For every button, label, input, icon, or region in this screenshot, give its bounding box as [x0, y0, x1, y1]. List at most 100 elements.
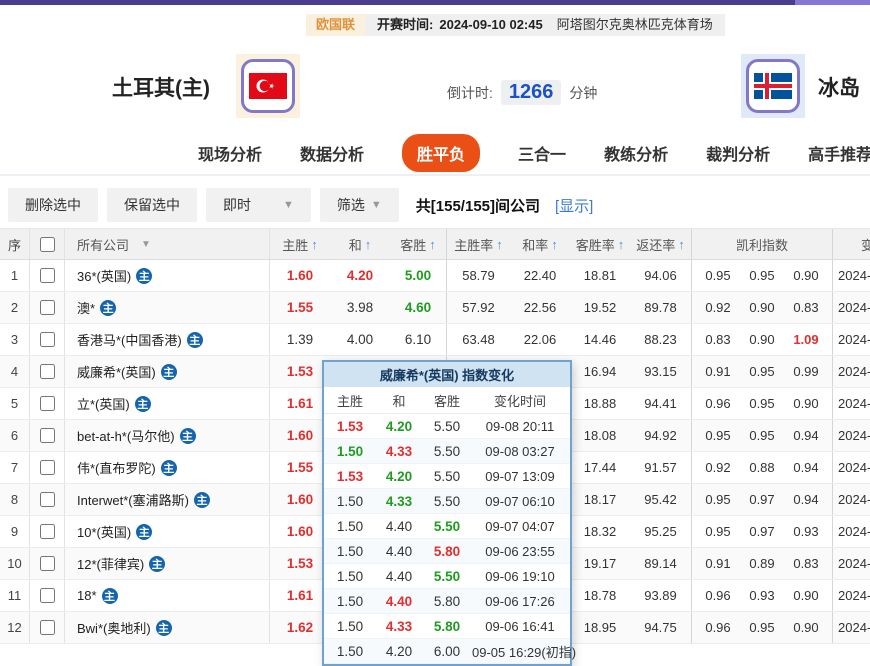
cell-company[interactable]: 澳* 主	[65, 292, 270, 323]
cell-away-win-odds[interactable]: 6.10	[390, 324, 447, 355]
keep-selected-button[interactable]: 保留选中	[107, 188, 197, 222]
sort-up-icon: ↑	[496, 237, 503, 252]
cell-home-win-odds[interactable]: 1.61	[270, 388, 330, 419]
row-checkbox[interactable]	[40, 620, 55, 635]
cell-home-win-odds[interactable]: 1.61	[270, 580, 330, 611]
header-company[interactable]: 所有公司 ▼	[65, 229, 270, 259]
delete-selected-button[interactable]: 删除选中	[8, 188, 98, 222]
row-checkbox[interactable]	[40, 588, 55, 603]
nav-tab[interactable]: 裁判分析	[706, 141, 770, 165]
cell-company[interactable]: bet-at-h*(马尔他) 主	[65, 420, 270, 451]
cell-draw-odds[interactable]: 3.98	[330, 292, 390, 323]
cell-company[interactable]: 香港马*(中国香港) 主	[65, 324, 270, 355]
cell-company[interactable]: 威廉希*(英国) 主	[65, 356, 270, 387]
row-checkbox[interactable]	[40, 300, 55, 315]
cell-home-win-odds[interactable]: 1.53	[270, 548, 330, 579]
nav-tab[interactable]: 数据分析	[300, 141, 364, 165]
cell-home-win-odds[interactable]: 1.53	[270, 356, 330, 387]
header-payout-rate[interactable]: 返还率↑	[630, 229, 692, 259]
cell-company[interactable]: 18* 主	[65, 580, 270, 611]
cell-company[interactable]: 伟*(直布罗陀) 主	[65, 452, 270, 483]
cell-checkbox[interactable]	[30, 356, 65, 387]
cell-checkbox[interactable]	[30, 612, 65, 643]
row-checkbox[interactable]	[40, 428, 55, 443]
home-badge-icon: 主	[136, 268, 152, 284]
row-checkbox[interactable]	[40, 556, 55, 571]
row-checkbox[interactable]	[40, 268, 55, 283]
popup-away-odds: 5.50	[422, 494, 472, 509]
cell-seq: 7	[0, 452, 30, 483]
cell-payout-rate: 91.57	[630, 452, 692, 483]
cell-checkbox[interactable]	[30, 516, 65, 547]
cell-home-win-odds[interactable]: 1.62	[270, 612, 330, 643]
kelly-draw: 0.97	[740, 492, 784, 507]
cell-away-rate: 18.81	[570, 260, 630, 291]
league-badge: 欧国联	[306, 14, 365, 36]
cell-checkbox[interactable]	[30, 260, 65, 291]
header-home-win[interactable]: 主胜↑	[270, 229, 330, 259]
nav-tab[interactable]: 三合一	[518, 141, 566, 165]
cell-home-win-odds[interactable]: 1.60	[270, 484, 330, 515]
header-draw[interactable]: 和↑	[330, 229, 390, 259]
kelly-draw: 0.95	[740, 364, 784, 379]
nav-tab[interactable]: 现场分析	[198, 141, 262, 165]
cell-checkbox[interactable]	[30, 420, 65, 451]
kelly-home: 0.96	[696, 620, 740, 635]
company-name: 18*	[77, 588, 97, 603]
row-checkbox[interactable]	[40, 396, 55, 411]
home-flag-tile	[236, 54, 300, 118]
cell-checkbox[interactable]	[30, 388, 65, 419]
cell-home-win-odds[interactable]: 1.60	[270, 516, 330, 547]
countdown-value: 1266	[501, 80, 562, 105]
row-checkbox[interactable]	[40, 460, 55, 475]
header-home-rate[interactable]: 主胜率↑	[447, 229, 510, 259]
show-link[interactable]: [显示]	[555, 195, 593, 216]
row-checkbox[interactable]	[40, 492, 55, 507]
popup-draw-odds: 4.33	[376, 444, 422, 459]
cell-home-win-odds[interactable]: 1.60	[270, 420, 330, 451]
cell-company[interactable]: 12*(菲律宾) 主	[65, 548, 270, 579]
chevron-down-icon: ▼	[141, 239, 151, 250]
kelly-draw: 0.88	[740, 460, 784, 475]
cell-checkbox[interactable]	[30, 548, 65, 579]
cell-checkbox[interactable]	[30, 324, 65, 355]
cell-draw-odds[interactable]: 4.20	[330, 260, 390, 291]
filter-dropdown[interactable]: 筛选 ▼	[320, 188, 399, 222]
cell-home-win-odds[interactable]: 1.39	[270, 324, 330, 355]
nav-tab[interactable]: 高手推荐	[808, 141, 870, 165]
row-checkbox[interactable]	[40, 364, 55, 379]
nav-tab[interactable]: 胜平负	[402, 134, 480, 172]
select-all-checkbox[interactable]	[40, 237, 55, 252]
cell-draw-odds[interactable]: 4.00	[330, 324, 390, 355]
time-filter-dropdown[interactable]: 即时 ▼	[206, 188, 311, 222]
cell-company[interactable]: Bwi*(奥地利) 主	[65, 612, 270, 643]
cell-kelly: 0.91 0.95 0.99	[692, 356, 833, 387]
cell-checkbox[interactable]	[30, 292, 65, 323]
header-draw-rate[interactable]: 和率↑	[510, 229, 570, 259]
cell-payout-rate: 89.78	[630, 292, 692, 323]
header-away-win-label: 客胜	[400, 235, 426, 254]
cell-home-win-odds[interactable]: 1.60	[270, 260, 330, 291]
cell-company[interactable]: 10*(英国) 主	[65, 516, 270, 547]
cell-checkbox[interactable]	[30, 580, 65, 611]
cell-change-date: 2024-	[833, 420, 870, 451]
cell-company[interactable]: 立*(英国) 主	[65, 388, 270, 419]
popup-home-odds: 1.50	[324, 519, 376, 534]
away-team-name: 冰岛	[818, 72, 860, 102]
header-select-all[interactable]	[30, 229, 65, 259]
cell-company[interactable]: Interwet*(塞浦路斯) 主	[65, 484, 270, 515]
cell-checkbox[interactable]	[30, 484, 65, 515]
cell-company[interactable]: 36*(英国) 主	[65, 260, 270, 291]
table-row: 3 香港马*(中国香港) 主 1.39 4.00 6.10 63.48 22.0…	[0, 324, 870, 356]
nav-tab[interactable]: 教练分析	[604, 141, 668, 165]
cell-home-win-odds[interactable]: 1.55	[270, 292, 330, 323]
header-away-rate[interactable]: 客胜率↑	[570, 229, 630, 259]
cell-away-win-odds[interactable]: 5.00	[390, 260, 447, 291]
cell-home-win-odds[interactable]: 1.55	[270, 452, 330, 483]
cell-away-win-odds[interactable]: 4.60	[390, 292, 447, 323]
header-away-win[interactable]: 客胜↑	[390, 229, 447, 259]
company-name: bet-at-h*(马尔他)	[77, 426, 175, 445]
row-checkbox[interactable]	[40, 524, 55, 539]
row-checkbox[interactable]	[40, 332, 55, 347]
cell-checkbox[interactable]	[30, 452, 65, 483]
